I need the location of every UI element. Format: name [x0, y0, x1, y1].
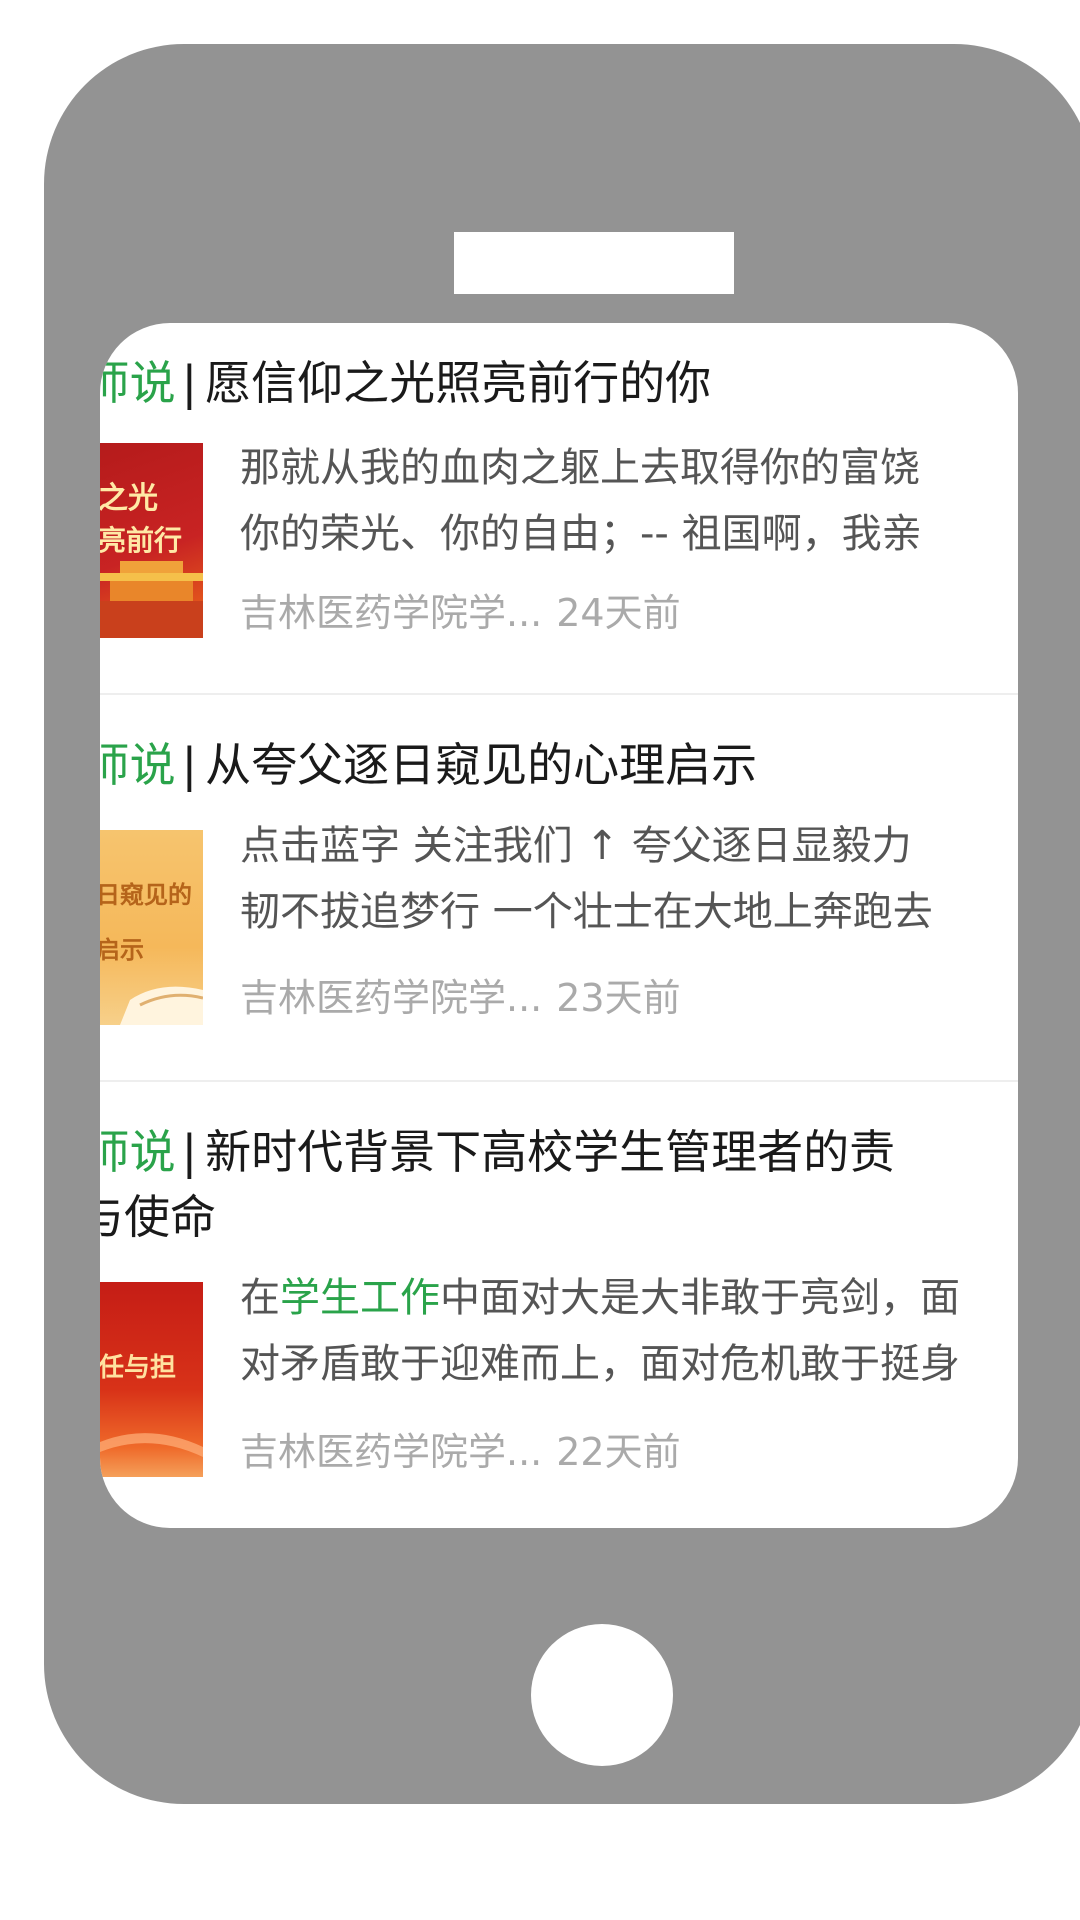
article-thumbnail[interactable]: 之光 亮前行: [100, 443, 203, 638]
article-title[interactable]: I师说|从夸父逐日窥见的心理启示: [100, 735, 757, 795]
column-tag: I师说: [100, 738, 176, 792]
article-summary-line: 你的荣光、你的自由；-- 祖国啊，我亲: [240, 511, 922, 557]
article-summary-line: 在学生工作中面对大是大非敢于亮剑，面: [240, 1265, 960, 1331]
article-meta: 吉林医药学院学... 23天前: [240, 973, 681, 1023]
title-separator: |: [181, 356, 198, 410]
column-tag: I师说: [100, 356, 176, 410]
thumbnail-caption: 任与担: [100, 1353, 177, 1383]
article-summary-line: 韧不拔追梦行 一个壮士在大地上奔跑去: [240, 889, 933, 935]
article-title[interactable]: I师说|愿信仰之光照亮前行的你: [100, 353, 711, 413]
phone-speaker: [454, 232, 734, 294]
article-title-text: 从夸父逐日窥见的心理启示: [205, 738, 758, 792]
article-source: 吉林医药学院学...: [240, 976, 543, 1020]
article-time: 23天前: [556, 976, 681, 1020]
article-meta: 吉林医药学院学... 24天前: [240, 588, 681, 638]
article-title-continued[interactable]: 与使命: [100, 1187, 216, 1247]
article-summary-line: 那就从我的血肉之躯上去取得你的富饶: [240, 445, 920, 491]
title-separator: |: [181, 1125, 198, 1179]
article-source: 吉林医药学院学...: [240, 591, 543, 635]
article-time: 22天前: [556, 1430, 681, 1474]
title-separator: |: [181, 738, 198, 792]
article-item[interactable]: I师说|愿信仰之光照亮前行的你 之光 亮前行 那就从我的血肉之躯上去取得你的富饶…: [100, 323, 1018, 693]
summary-highlight[interactable]: 学生工作: [280, 1275, 440, 1321]
article-summary-line: 对矛盾敢于迎难而上，面对危机敢于挺身: [240, 1341, 960, 1387]
thumbnail-caption: 亮前行: [100, 524, 183, 557]
article-thumbnail[interactable]: 任与担: [100, 1282, 203, 1477]
book-icon: [120, 986, 203, 1025]
article-time: 24天前: [556, 591, 681, 635]
article-item[interactable]: I师说|从夸父逐日窥见的心理启示 日窥见的 启示 点击蓝字 关注我们 ↑ 夸父逐…: [100, 695, 1018, 1080]
article-title-text: 新时代背景下高校学生管理者的责: [205, 1125, 896, 1179]
article-title-text: 愿信仰之光照亮前行的你: [205, 356, 712, 410]
thumbnail-caption: 之光: [100, 481, 158, 516]
article-source: 吉林医药学院学...: [240, 1430, 543, 1474]
summary-text: 中面对大是大非敢于亮剑，面: [440, 1275, 960, 1321]
column-tag: I师说: [100, 1125, 176, 1179]
home-button[interactable]: [531, 1624, 673, 1766]
thumbnail-caption: 日窥见的: [100, 880, 192, 909]
article-meta: 吉林医药学院学... 22天前: [240, 1427, 681, 1477]
article-title[interactable]: I师说|新时代背景下高校学生管理者的责: [100, 1122, 895, 1182]
article-item[interactable]: I师说|新时代背景下高校学生管理者的责 与使命 任与担 在学生工作中面对大是大非…: [100, 1082, 1018, 1528]
article-thumbnail[interactable]: 日窥见的 启示: [100, 830, 203, 1025]
article-summary-line: 点击蓝字 关注我们 ↑ 夸父逐日显毅力: [240, 823, 912, 869]
phone-screen: I师说|愿信仰之光照亮前行的你 之光 亮前行 那就从我的血肉之躯上去取得你的富饶…: [100, 323, 1018, 1528]
thumbnail-caption: 启示: [100, 935, 144, 964]
summary-text: 在: [240, 1275, 280, 1321]
